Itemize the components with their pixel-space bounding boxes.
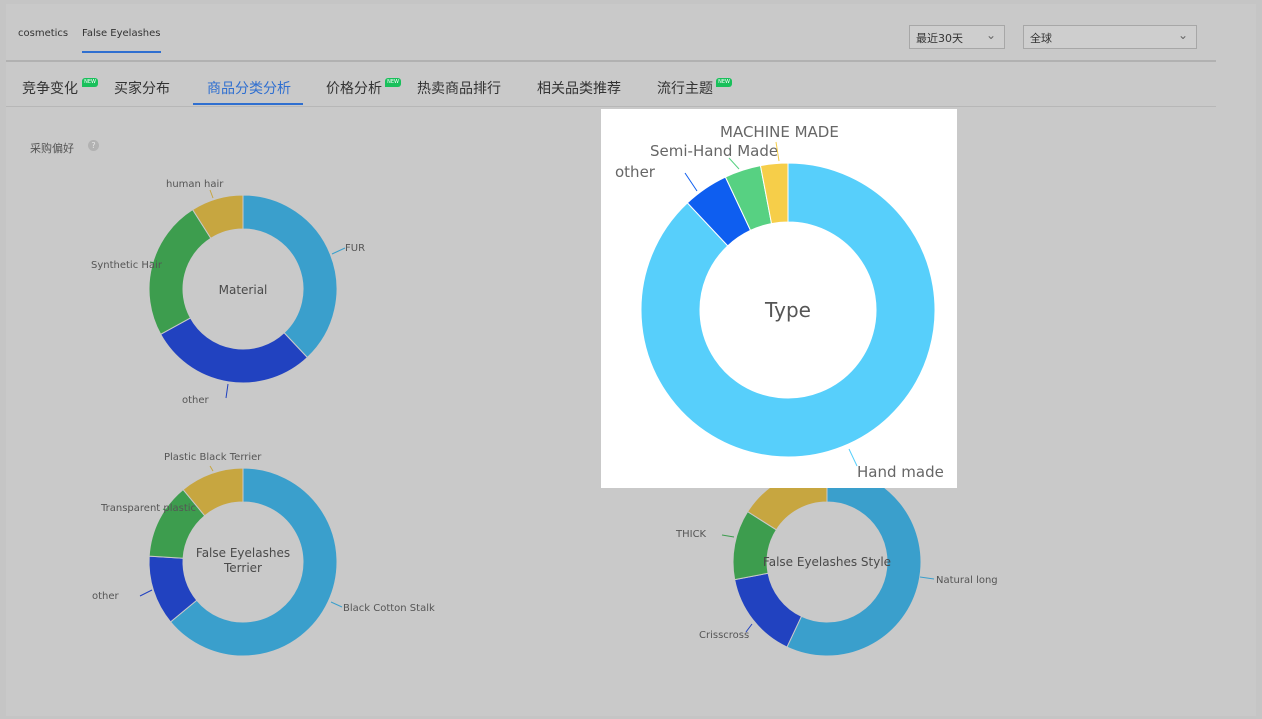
donut-center-title: False Eyelashes: [196, 546, 290, 560]
slice-label: Transparent plastic: [100, 503, 196, 514]
slice-label: MACHINE MADE: [720, 123, 839, 141]
label-leader-line: [919, 576, 935, 580]
slice-label: other: [182, 395, 210, 406]
label-leader-line: [684, 172, 698, 192]
label-leader-line: [209, 465, 214, 472]
slice-label: THICK: [675, 529, 707, 540]
slice-label: Black Cotton Stalk: [343, 603, 435, 614]
slice-label: Hand made: [857, 463, 944, 481]
slice-label: human hair: [166, 179, 224, 190]
donut-center-title: Material: [219, 283, 268, 297]
type-donut-chart: Type Hand made other Semi-Hand MadeMACHINE …: [615, 123, 944, 481]
label-leader-line: [139, 589, 153, 597]
slice-label: Synthetic Hair: [91, 260, 163, 271]
slice-label: Plastic Black Terrier: [164, 452, 262, 463]
slice-label: Crisscross: [699, 630, 749, 641]
donut-slice[interactable]: [159, 317, 309, 384]
donut-slice[interactable]: [242, 194, 338, 359]
label-leader-line: [848, 448, 858, 467]
donut-center-title: Type: [764, 298, 811, 322]
slice-label: Semi-Hand Made: [650, 142, 778, 160]
label-leader-line: [330, 601, 343, 608]
label-leader-line: [209, 189, 214, 199]
slice-label: Natural long: [936, 575, 998, 586]
donut-center-title: Terrier: [223, 561, 262, 575]
slice-label: FUR: [345, 243, 365, 254]
slice-label: other: [92, 591, 120, 602]
label-leader-line: [721, 534, 735, 538]
label-leader-line: [225, 383, 229, 399]
donut-center-title: False Eyelashes Style: [763, 555, 891, 569]
type-chart-popup: Type Hand made other Semi-Hand Made MACHINE …: [601, 109, 957, 488]
label-leader-line: [331, 247, 346, 255]
slice-label: other: [615, 163, 656, 181]
donut-slice[interactable]: [148, 208, 212, 335]
